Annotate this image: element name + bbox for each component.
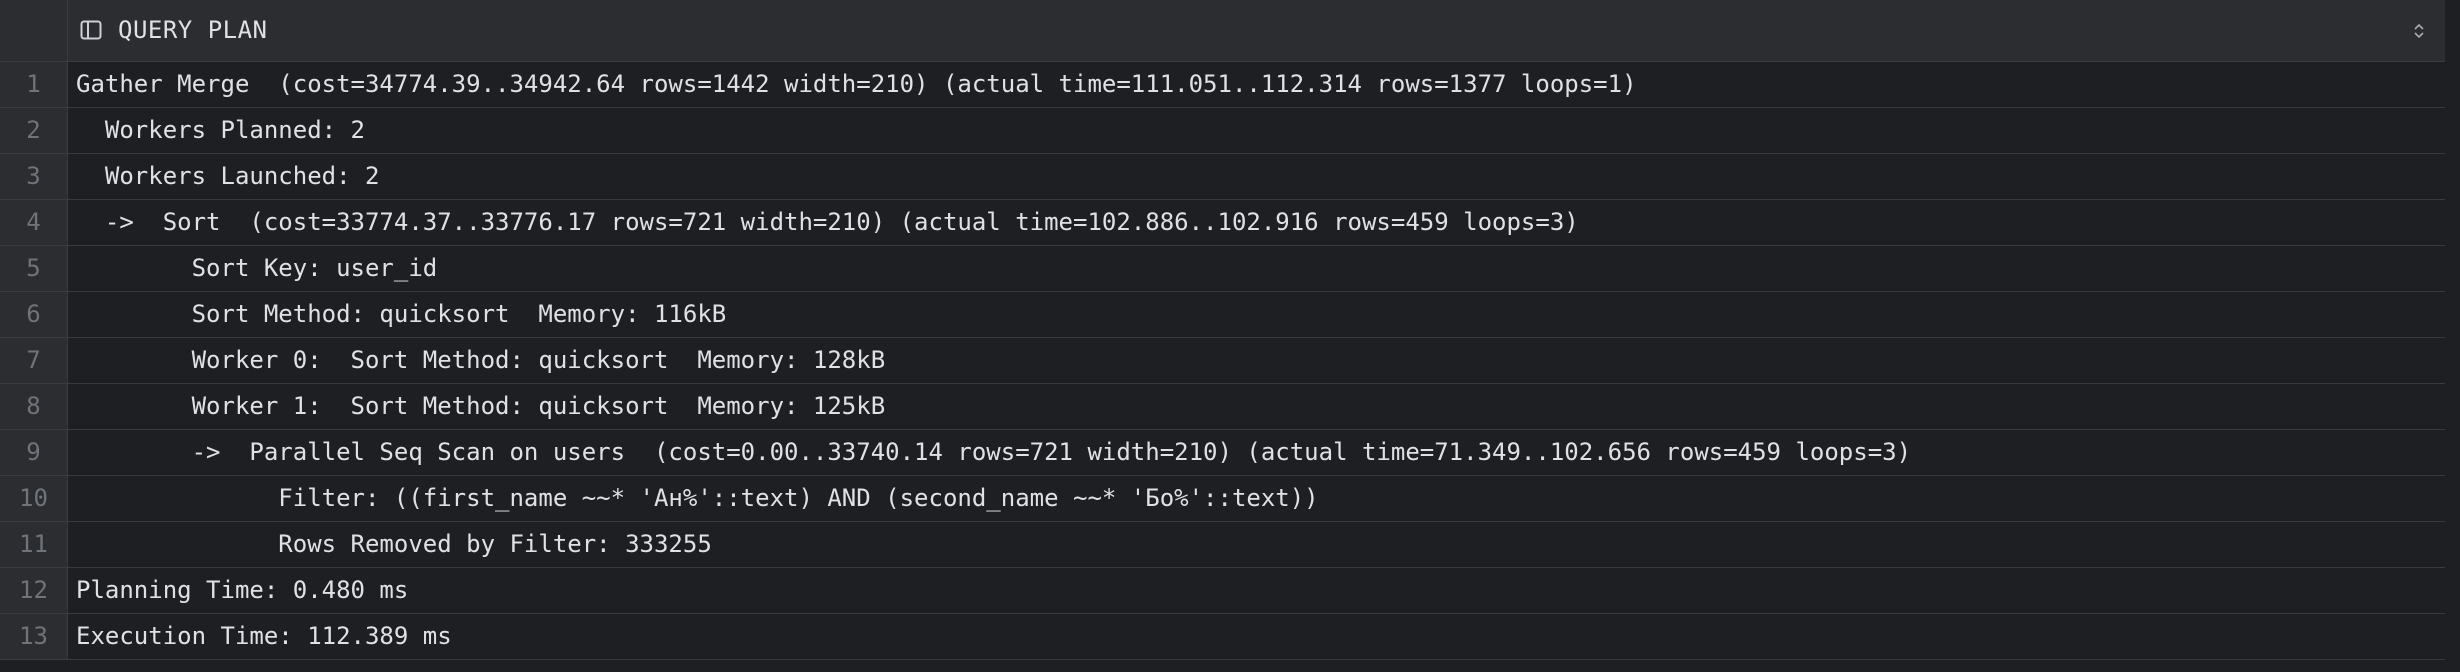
- grid-header: QUERY PLAN: [0, 0, 2445, 62]
- row-number[interactable]: 1: [0, 62, 68, 107]
- query-plan-cell[interactable]: Execution Time: 112.389 ms: [76, 614, 452, 659]
- query-plan-cell[interactable]: Worker 0: Sort Method: quicksort Memory:…: [76, 338, 886, 383]
- table-row[interactable]: 7 Worker 0: Sort Method: quicksort Memor…: [0, 338, 2445, 384]
- query-plan-cell[interactable]: Sort Method: quicksort Memory: 116kB: [76, 292, 727, 337]
- column-table-icon: [80, 20, 102, 40]
- query-plan-cell[interactable]: Worker 1: Sort Method: quicksort Memory:…: [76, 384, 886, 429]
- table-row[interactable]: 11 Rows Removed by Filter: 333255: [0, 522, 2445, 568]
- row-number[interactable]: 10: [0, 476, 68, 521]
- row-number[interactable]: 3: [0, 154, 68, 199]
- table-row[interactable]: 4 -> Sort (cost=33774.37..33776.17 rows=…: [0, 200, 2445, 246]
- result-grid: QUERY PLAN 1 Gather Merge (cost=34774.39…: [0, 0, 2445, 660]
- table-row[interactable]: 12 Planning Time: 0.480 ms: [0, 568, 2445, 614]
- row-number-header[interactable]: [0, 0, 68, 61]
- column-header-query-plan[interactable]: QUERY PLAN: [68, 0, 2445, 61]
- query-plan-cell[interactable]: Sort Key: user_id: [76, 246, 438, 291]
- table-row[interactable]: 10 Filter: ((first_name ~~* 'Ан%'::text)…: [0, 476, 2445, 522]
- row-number[interactable]: 6: [0, 292, 68, 337]
- query-plan-cell[interactable]: Workers Planned: 2: [76, 108, 365, 153]
- query-plan-cell[interactable]: Gather Merge (cost=34774.39..34942.64 ro…: [76, 62, 1637, 107]
- query-plan-cell[interactable]: Filter: ((first_name ~~* 'Ан%'::text) AN…: [76, 476, 1318, 521]
- row-number[interactable]: 2: [0, 108, 68, 153]
- query-plan-cell[interactable]: Workers Launched: 2: [76, 154, 380, 199]
- row-number[interactable]: 12: [0, 568, 68, 613]
- row-number[interactable]: 11: [0, 522, 68, 567]
- query-plan-cell[interactable]: -> Sort (cost=33774.37..33776.17 rows=72…: [76, 200, 1579, 245]
- table-row[interactable]: 3 Workers Launched: 2: [0, 154, 2445, 200]
- column-title: QUERY PLAN: [118, 16, 268, 44]
- row-number[interactable]: 7: [0, 338, 68, 383]
- row-number[interactable]: 13: [0, 614, 68, 659]
- row-number[interactable]: 8: [0, 384, 68, 429]
- table-row[interactable]: 8 Worker 1: Sort Method: quicksort Memor…: [0, 384, 2445, 430]
- query-plan-cell[interactable]: Planning Time: 0.480 ms: [76, 568, 408, 613]
- table-row[interactable]: 2 Workers Planned: 2: [0, 108, 2445, 154]
- row-number[interactable]: 4: [0, 200, 68, 245]
- row-number[interactable]: 5: [0, 246, 68, 291]
- row-number[interactable]: 9: [0, 430, 68, 475]
- query-plan-cell[interactable]: Rows Removed by Filter: 333255: [76, 522, 711, 567]
- right-gutter: [2445, 0, 2460, 672]
- table-row[interactable]: 6 Sort Method: quicksort Memory: 116kB: [0, 292, 2445, 338]
- table-row[interactable]: 1 Gather Merge (cost=34774.39..34942.64 …: [0, 62, 2445, 108]
- grid-rows: 1 Gather Merge (cost=34774.39..34942.64 …: [0, 62, 2445, 660]
- table-row[interactable]: 13 Execution Time: 112.389 ms: [0, 614, 2445, 660]
- query-plan-cell[interactable]: -> Parallel Seq Scan on users (cost=0.00…: [76, 430, 1911, 475]
- bottom-strip: [0, 660, 2445, 672]
- table-row[interactable]: 9 -> Parallel Seq Scan on users (cost=0.…: [0, 430, 2445, 476]
- table-row[interactable]: 5 Sort Key: user_id: [0, 246, 2445, 292]
- sort-updown-icon[interactable]: [2413, 22, 2425, 40]
